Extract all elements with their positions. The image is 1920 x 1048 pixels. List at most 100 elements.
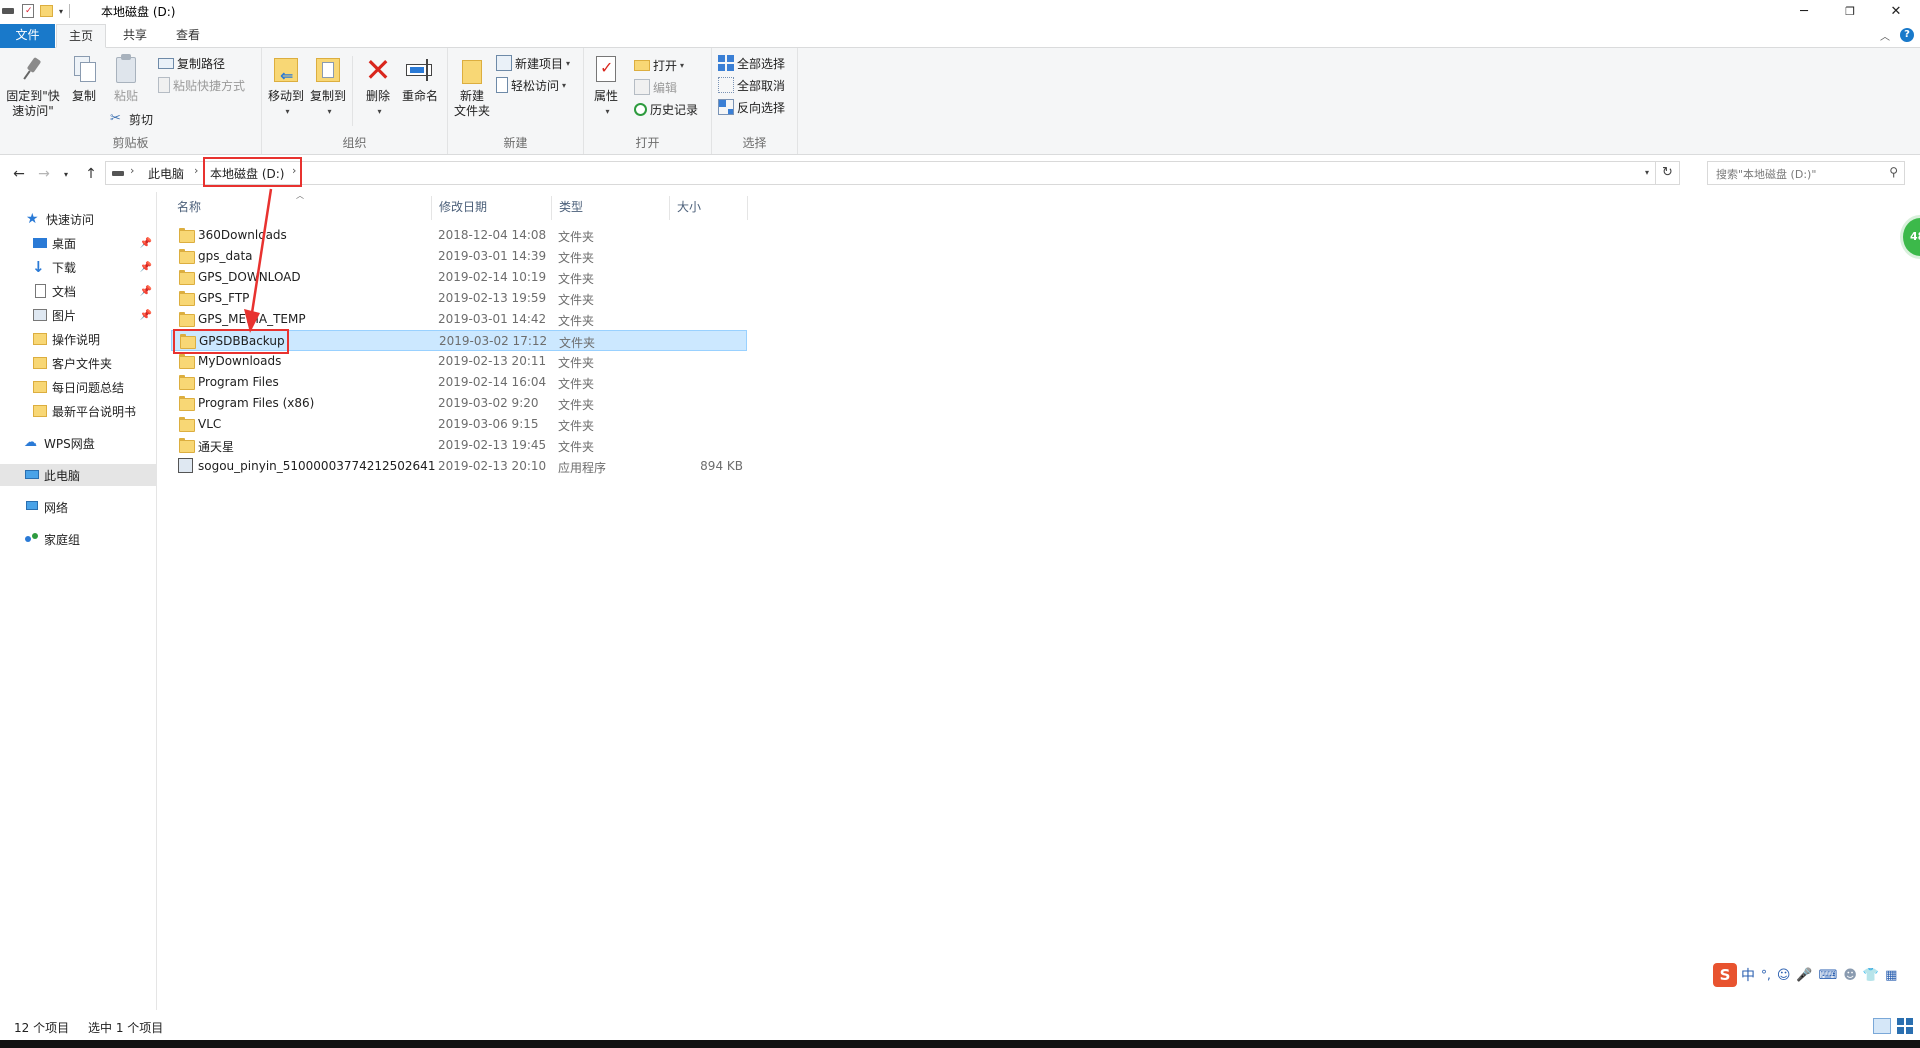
cell-name: 通天星 (198, 440, 235, 454)
table-row[interactable]: 通天星 2019-02-13 19:45 文件夹 (171, 435, 747, 456)
copy-path-icon (158, 57, 174, 69)
search-input[interactable]: 搜索"本地磁盘 (D:)" ⚲ (1707, 161, 1905, 185)
table-row[interactable]: Program Files (x86) 2019-03-02 9:20 文件夹 (171, 393, 747, 414)
cell-name: VLC (198, 417, 222, 431)
cell-type: 文件夹 (558, 440, 595, 454)
properties-qa-icon[interactable]: ✓ (22, 4, 34, 18)
copy-to-button[interactable]: 复制到 ▾ (308, 52, 348, 119)
cell-type: 文件夹 (558, 251, 595, 265)
nav-item-pictures[interactable]: 图片 📌 (0, 304, 156, 326)
breadcrumb-chevron-icon[interactable]: › (130, 164, 134, 177)
desktop-icon (32, 235, 48, 251)
nav-wps-drive[interactable]: ☁ WPS网盘 (0, 432, 156, 454)
address-bar[interactable]: › 此电脑 › 本地磁盘 (D:) › ▾ ↻ (105, 161, 1680, 185)
collapse-ribbon-chevron-icon[interactable]: ︿ (1880, 28, 1890, 43)
select-all-icon (718, 55, 734, 71)
nav-this-pc[interactable]: 此电脑 (0, 464, 156, 486)
paste-button[interactable]: 粘贴 (106, 52, 146, 104)
cell-date: 2019-03-01 14:39 (438, 249, 547, 263)
new-folder-qa-icon[interactable] (40, 5, 53, 17)
up-arrow-icon[interactable]: ↑ (80, 164, 102, 184)
address-history-chevron-icon[interactable]: ▾ (1645, 168, 1649, 177)
nav-item-folder[interactable]: 客户文件夹 (0, 352, 156, 374)
cell-type: 文件夹 (558, 398, 595, 412)
minimize-button[interactable]: ─ (1781, 0, 1827, 22)
annotation-arrow (244, 188, 273, 333)
pin-icon[interactable]: 📌 (140, 310, 152, 321)
tab-share[interactable]: 共享 (110, 24, 160, 48)
search-icon[interactable]: ⚲ (1889, 165, 1898, 179)
breadcrumb-chevron-icon[interactable]: › (194, 164, 198, 177)
large-icons-view-icon[interactable] (1897, 1018, 1913, 1034)
ime-language[interactable]: 中 (1741, 965, 1755, 985)
keyboard-icon[interactable]: ⌨ (1819, 968, 1838, 983)
history-button[interactable]: 历史记录 (634, 99, 698, 119)
nav-homegroup[interactable]: 家庭组 (0, 528, 156, 550)
skin-shirt-icon[interactable]: 👕 (1863, 968, 1879, 983)
tab-file[interactable]: 文件 (0, 24, 55, 48)
open-button[interactable]: 打开 ▾ (634, 55, 684, 75)
select-none-button[interactable]: 全部取消 (718, 75, 785, 95)
forward-arrow-icon[interactable]: → (33, 164, 55, 184)
nav-item-folder[interactable]: 操作说明 (0, 328, 156, 350)
nav-quick-access[interactable]: ★ 快速访问 (0, 208, 156, 230)
search-placeholder: 搜索"本地磁盘 (D:)" (1716, 168, 1817, 181)
delete-button[interactable]: ✕ 删除 ▾ (358, 52, 398, 119)
copy-path-button[interactable]: 复制路径 (158, 53, 225, 73)
nav-item-documents[interactable]: 文档 📌 (0, 280, 156, 302)
paste-shortcut-button[interactable]: 粘贴快捷方式 (158, 75, 245, 95)
details-view-icon[interactable] (1873, 1018, 1891, 1034)
cell-type: 文件夹 (558, 314, 595, 328)
pin-icon[interactable]: 📌 (140, 286, 152, 297)
table-row[interactable]: MyDownloads 2019-02-13 20:11 文件夹 (171, 351, 747, 372)
user-icon[interactable]: ☻ (1843, 968, 1857, 983)
cut-button[interactable]: ✂ 剪切 (110, 109, 153, 129)
help-icon[interactable]: ? (1900, 28, 1914, 42)
punctuation-icon[interactable]: °, (1761, 968, 1771, 982)
easy-access-button[interactable]: 轻松访问 ▾ (496, 75, 566, 95)
breadcrumb-this-pc[interactable]: 此电脑 (148, 165, 184, 182)
microphone-icon[interactable]: 🎤 (1796, 968, 1812, 983)
recent-locations-chevron-icon[interactable]: ▾ (60, 164, 72, 184)
pin-to-quick-access-button[interactable]: 固定到"快 速访问" (4, 52, 62, 119)
invert-selection-button[interactable]: 反向选择 (718, 97, 785, 117)
menu-grid-icon[interactable]: ▦ (1885, 968, 1897, 983)
column-header-date[interactable]: 修改日期 (432, 196, 552, 220)
folder-icon (179, 228, 195, 243)
pin-icon[interactable]: 📌 (140, 238, 152, 249)
refresh-icon[interactable]: ↻ (1655, 162, 1679, 184)
nav-item-desktop[interactable]: 桌面 📌 (0, 232, 156, 254)
sogou-logo-icon[interactable]: S (1713, 963, 1737, 987)
pin-icon[interactable]: 📌 (140, 262, 152, 273)
tab-home[interactable]: 主页 (56, 24, 106, 48)
scissors-icon: ✂ (110, 111, 121, 126)
copy-button[interactable]: 复制 (64, 52, 104, 104)
nav-item-downloads[interactable]: ↓ 下载 📌 (0, 256, 156, 278)
folder-icon (179, 312, 195, 327)
rename-button[interactable]: 重命名 (400, 52, 440, 104)
nav-item-folder[interactable]: 最新平台说明书 (0, 400, 156, 422)
table-row[interactable]: sogou_pinyin_51000003774212502641 2019-02… (171, 456, 747, 477)
column-header-size[interactable]: 大小 (670, 196, 748, 220)
new-item-button[interactable]: 新建项目 ▾ (496, 53, 570, 73)
properties-button[interactable]: ✓ 属性 ▾ (586, 52, 626, 119)
table-row[interactable]: Program Files 2019-02-14 16:04 文件夹 (171, 372, 747, 393)
new-folder-button[interactable]: 新建 文件夹 (452, 52, 492, 119)
back-arrow-icon[interactable]: ← (8, 164, 30, 184)
invert-selection-icon (718, 99, 734, 115)
column-header-type[interactable]: 类型 (552, 196, 670, 220)
nav-network[interactable]: 网络 (0, 496, 156, 518)
cell-date: 2019-02-14 16:04 (438, 375, 547, 389)
select-all-button[interactable]: 全部选择 (718, 53, 785, 73)
cell-date: 2019-02-14 10:19 (438, 270, 547, 284)
maximize-button[interactable]: ❐ (1827, 0, 1873, 22)
nav-item-folder[interactable]: 每日问题总结 (0, 376, 156, 398)
close-button[interactable]: ✕ (1873, 0, 1919, 22)
emoji-icon[interactable]: ☺ (1777, 968, 1791, 983)
edit-button[interactable]: 编辑 (634, 77, 677, 97)
tab-view[interactable]: 查看 (163, 24, 213, 48)
customize-qa-chevron-icon[interactable]: ▾ (59, 7, 63, 16)
table-row[interactable]: VLC 2019-03-06 9:15 文件夹 (171, 414, 747, 435)
move-to-button[interactable]: ⇐ 移动到 ▾ (266, 52, 306, 119)
folder-icon (179, 354, 195, 369)
